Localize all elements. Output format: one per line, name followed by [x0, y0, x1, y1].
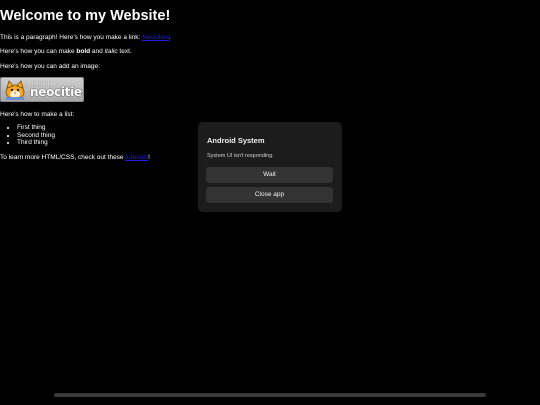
paragraph-tutorials: To learn more HTML/CSS, check out these … — [0, 153, 150, 162]
bold-text: bold — [76, 48, 91, 55]
paragraph-text: This is a paragraph! Here's how you make… — [0, 34, 143, 41]
paragraph-image: Here's how you can add an image: — [0, 63, 100, 70]
paragraph-formatting: Here's how you can make bold and italic … — [0, 47, 132, 56]
dialog-title: Android System — [207, 136, 265, 145]
paragraph-text: and — [90, 48, 105, 55]
neocities-badge-image: hosted by neocities — [0, 77, 84, 102]
gesture-navigation-bar[interactable] — [54, 393, 486, 397]
paragraph-link: This is a paragraph! Here's how you make… — [0, 33, 171, 42]
dialog-message: System UI isn't responding. — [207, 153, 274, 159]
list-item: First thing — [17, 124, 55, 132]
tutorials-link[interactable]: tutorials — [125, 154, 148, 161]
anr-dialog: Android System System UI isn't respondin… — [198, 122, 342, 212]
page-title: Welcome to my Website! — [0, 8, 171, 24]
italic-text: italic — [104, 48, 118, 55]
paragraph-suffix: text. — [117, 48, 132, 55]
list-item: Third thing — [17, 139, 55, 147]
bullet-list: First thing Second thing Third thing — [0, 124, 55, 147]
cat-mascot-icon — [5, 80, 25, 100]
list-item: Second thing — [17, 132, 55, 140]
wait-button[interactable]: Wait — [206, 167, 333, 183]
screen: Welcome to my Website! This is a paragra… — [0, 0, 540, 405]
close-app-button[interactable]: Close app — [206, 187, 333, 203]
paragraph-suffix: ! — [148, 154, 150, 161]
paragraph-suffix: . — [168, 34, 171, 41]
paragraph-text: Here's how you can make — [0, 48, 77, 55]
neocities-link[interactable]: Neocities — [142, 34, 169, 41]
paragraph-text: To learn more HTML/CSS, check out these — [0, 154, 126, 161]
paragraph-list: Here's how to make a list: — [0, 111, 75, 118]
badge-brand-text: neocities — [30, 85, 84, 99]
